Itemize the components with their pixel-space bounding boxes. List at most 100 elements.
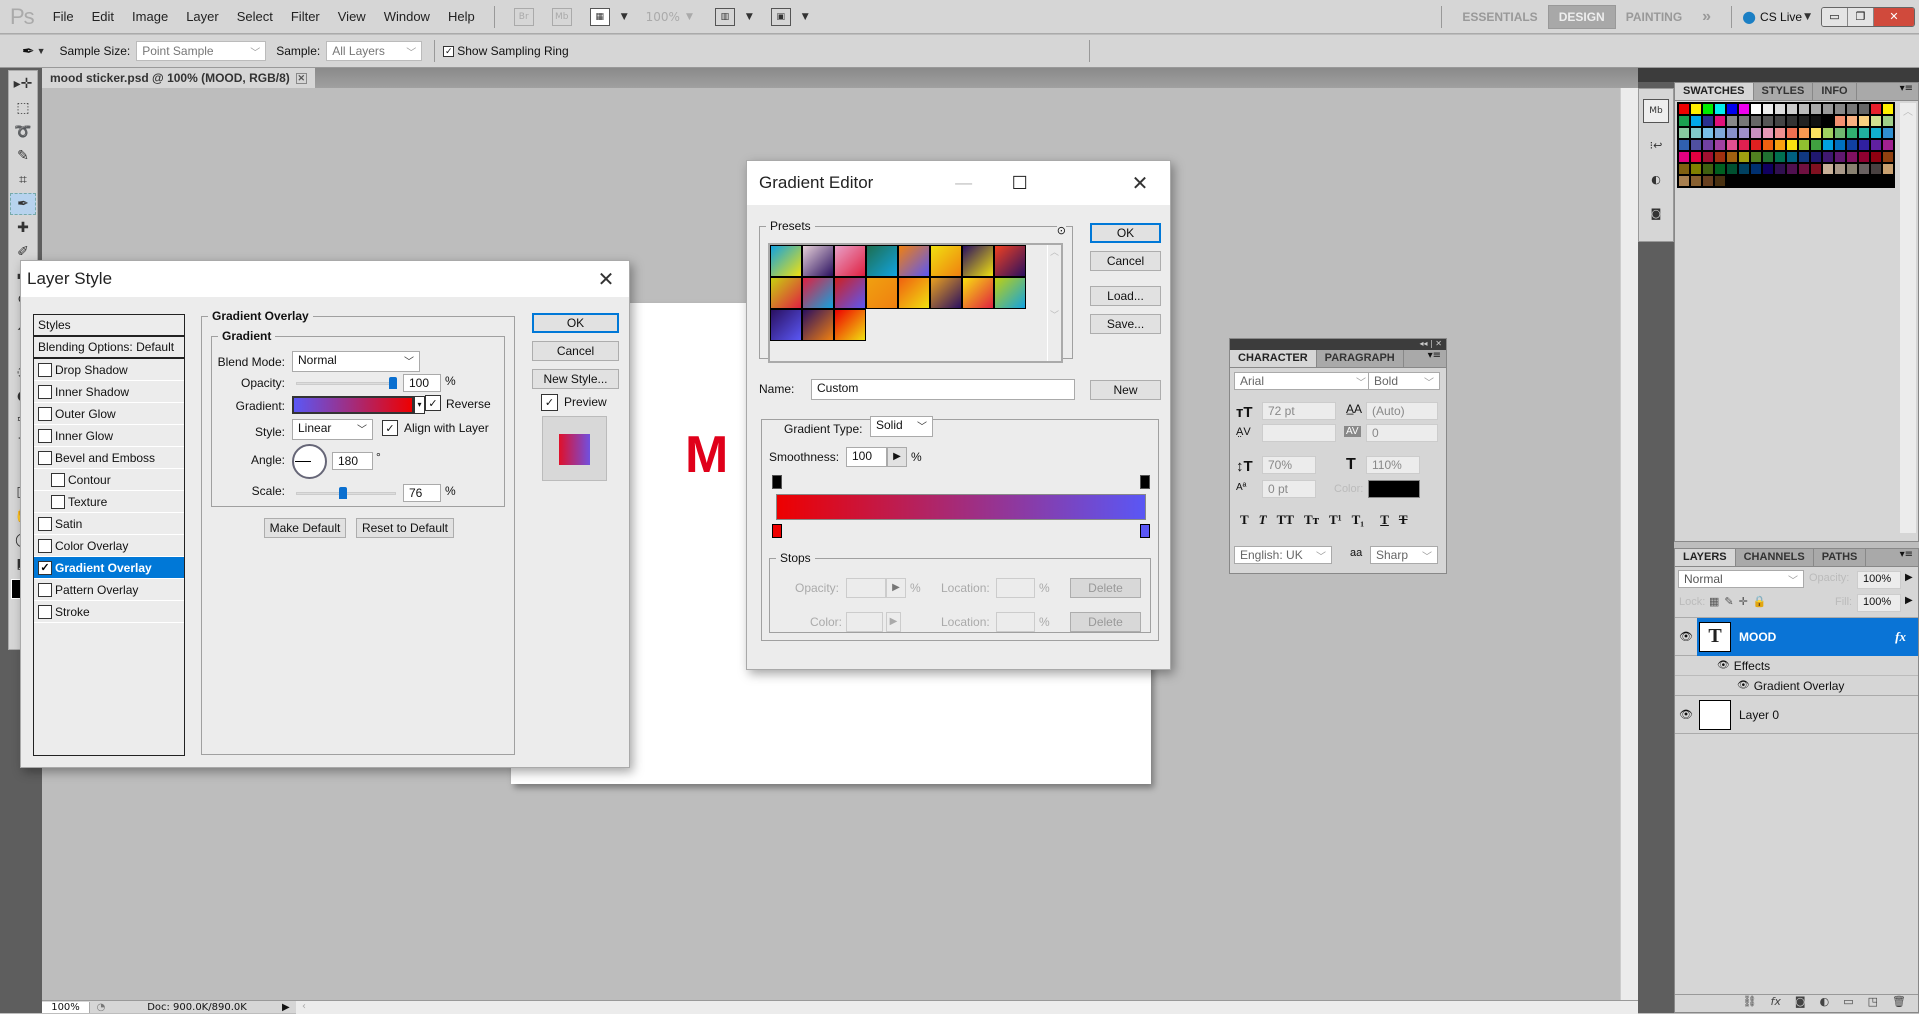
swatch[interactable] — [1690, 103, 1702, 115]
preview-checkbox[interactable]: ✓ — [541, 394, 561, 411]
swatch[interactable] — [1774, 103, 1786, 115]
swatch[interactable] — [1870, 163, 1882, 175]
smoothness-field[interactable]: 100 — [846, 447, 887, 467]
style-checkbox[interactable] — [38, 604, 52, 619]
tab-styles[interactable]: STYLES — [1754, 83, 1814, 100]
workspace-painting[interactable]: PAINTING — [1616, 6, 1692, 28]
swatch[interactable] — [1750, 127, 1762, 139]
add-style-icon[interactable]: fx — [1771, 995, 1781, 1012]
baseline-shift-field[interactable]: 0 pt — [1262, 480, 1316, 498]
swatch[interactable] — [1726, 163, 1738, 175]
tab-channels[interactable]: CHANNELS — [1736, 549, 1814, 566]
workspace-design[interactable]: DESIGN — [1547, 4, 1616, 29]
swatch[interactable] — [1834, 163, 1846, 175]
swatch[interactable] — [1678, 151, 1690, 163]
view-extras-icon[interactable]: ▦ — [589, 7, 610, 26]
minimize-icon[interactable]: — — [936, 173, 992, 193]
swatch[interactable] — [1678, 127, 1690, 139]
swatch[interactable] — [1714, 103, 1726, 115]
opacity-stop-left[interactable] — [772, 475, 782, 489]
swatch[interactable] — [1726, 127, 1738, 139]
swatch[interactable] — [1846, 151, 1858, 163]
gradient-preset[interactable] — [930, 245, 962, 277]
swatch[interactable] — [1858, 151, 1870, 163]
eyedropper-tool-icon[interactable]: ✒ — [10, 193, 36, 215]
style-item-contour[interactable]: Contour — [34, 469, 184, 491]
menu-file[interactable]: File — [44, 9, 83, 24]
swatch[interactable] — [1702, 151, 1714, 163]
sample-size-select[interactable]: Point Sample ﹀ — [136, 41, 267, 61]
minibridge-panel-icon[interactable]: Mb — [1643, 99, 1669, 123]
add-mask-icon[interactable]: ◙ — [1795, 995, 1806, 1012]
style-item-bevel-and-emboss[interactable]: Bevel and Emboss — [34, 447, 184, 469]
swatch[interactable] — [1702, 115, 1714, 127]
link-layers-icon[interactable]: ⛓ — [1743, 995, 1757, 1012]
swatch[interactable] — [1738, 127, 1750, 139]
gradient-preset[interactable] — [962, 277, 994, 309]
angle-field[interactable]: 180 — [332, 452, 373, 470]
swatch[interactable] — [1738, 139, 1750, 151]
gradient-preset[interactable] — [898, 277, 930, 309]
kerning-field[interactable] — [1262, 424, 1336, 442]
swatch[interactable] — [1762, 139, 1774, 151]
gradient-preset[interactable] — [770, 277, 802, 309]
close-tab-icon[interactable]: ✕ — [295, 72, 307, 84]
scale-slider-knob[interactable] — [339, 487, 348, 499]
faux-italic-button[interactable]: T — [1259, 512, 1267, 528]
gradient-preset[interactable] — [930, 277, 962, 309]
swatch[interactable] — [1810, 127, 1822, 139]
status-info-icon[interactable]: ◔ — [90, 1002, 112, 1013]
layer-name[interactable]: MOOD — [1739, 630, 1776, 644]
gradient-preset[interactable] — [834, 309, 866, 341]
eyedropper-tool-icon[interactable]: ✒ — [22, 42, 35, 60]
bridge-icon[interactable]: Br — [513, 7, 534, 26]
swatch[interactable] — [1678, 103, 1690, 115]
style-item-inner-glow[interactable]: Inner Glow — [34, 425, 184, 447]
swatch[interactable] — [1846, 115, 1858, 127]
swatch[interactable] — [1870, 139, 1882, 151]
swatch[interactable] — [1834, 151, 1846, 163]
swatch[interactable] — [1822, 139, 1834, 151]
swatch[interactable] — [1870, 103, 1882, 115]
swatch[interactable] — [1762, 103, 1774, 115]
reset-to-default-button[interactable]: Reset to Default — [356, 518, 454, 538]
effects-eye-icon[interactable]: 👁 — [1717, 660, 1730, 671]
swatch[interactable] — [1822, 151, 1834, 163]
new-style-button[interactable]: New Style... — [532, 369, 619, 389]
swatch[interactable] — [1834, 115, 1846, 127]
swatch[interactable] — [1870, 151, 1882, 163]
canvas-horizontal-scrollbar[interactable]: ‹ — [296, 1000, 1638, 1014]
swatch[interactable] — [1738, 115, 1750, 127]
style-checkbox[interactable] — [51, 472, 65, 487]
swatch[interactable] — [1870, 127, 1882, 139]
swatch[interactable] — [1858, 103, 1870, 115]
swatch[interactable] — [1798, 127, 1810, 139]
swatch[interactable] — [1726, 103, 1738, 115]
swatch[interactable] — [1786, 139, 1798, 151]
swatch[interactable] — [1690, 151, 1702, 163]
swatch[interactable] — [1762, 151, 1774, 163]
text-color-swatch[interactable] — [1368, 480, 1420, 498]
angle-dial[interactable] — [292, 444, 327, 479]
swatch[interactable] — [1810, 139, 1822, 151]
swatch[interactable] — [1810, 163, 1822, 175]
minibridge-icon[interactable]: Mb — [551, 7, 572, 26]
color-location-field[interactable] — [996, 612, 1035, 632]
style-checkbox[interactable] — [38, 538, 52, 553]
fill-slider-arrow-icon[interactable]: ▶ — [1905, 595, 1913, 606]
swatch[interactable] — [1798, 151, 1810, 163]
close-icon[interactable]: ✕ — [1110, 171, 1170, 196]
swatch[interactable] — [1714, 151, 1726, 163]
swatch[interactable] — [1678, 115, 1690, 127]
delete-color-stop-button[interactable]: Delete — [1070, 612, 1141, 632]
swatch[interactable] — [1822, 127, 1834, 139]
panel-menu-icon[interactable]: ▾≡ — [1423, 350, 1446, 367]
style-item-texture[interactable]: Texture — [34, 491, 184, 513]
swatch[interactable] — [1726, 115, 1738, 127]
swatch[interactable] — [1774, 127, 1786, 139]
marquee-tool-icon[interactable]: ⬚ — [10, 97, 36, 119]
subscript-button[interactable]: T₁ — [1352, 512, 1365, 528]
gradient-preset[interactable] — [962, 245, 994, 277]
effects-row[interactable]: 👁 Effects — [1675, 656, 1918, 676]
minimize-button[interactable]: ▭ — [1822, 7, 1848, 26]
